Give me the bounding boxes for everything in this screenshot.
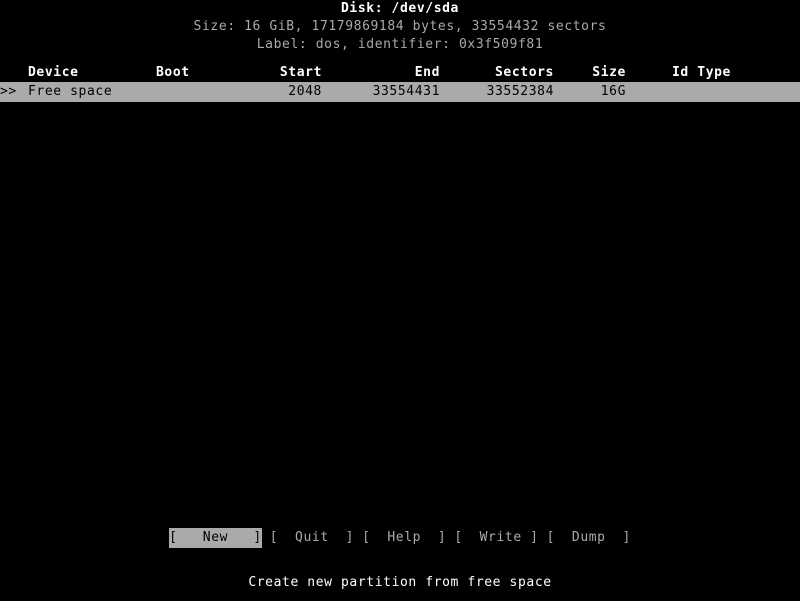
table-row[interactable]: >> Free space 2048 33554431 33552384 16G	[0, 82, 800, 102]
dump-button[interactable]: [ Dump ]	[547, 528, 631, 548]
disk-summary-header: Disk: /dev/sda Size: 16 GiB, 17179869184…	[0, 0, 800, 54]
column-header-boot: Boot	[156, 65, 190, 80]
disk-label-line: Label: dos, identifier: 0x3f509f81	[256, 37, 544, 52]
partition-table: Device Boot Start End Sectors Size Id Ty…	[0, 64, 800, 102]
column-header-device: Device	[28, 65, 79, 80]
row-cell-size: 16G	[600, 84, 626, 99]
row-selection-marker-icon: >>	[0, 84, 17, 99]
row-cell-device: Free space	[28, 84, 113, 99]
column-header-id-type: Id Type	[672, 65, 731, 80]
empty-partition-area	[0, 102, 800, 520]
new-button[interactable]: [ New ]	[169, 528, 262, 548]
row-cell-end: 33554431	[372, 84, 440, 99]
row-cell-sectors: 33552384	[486, 84, 554, 99]
column-header-size: Size	[592, 65, 626, 80]
table-header-row: Device Boot Start End Sectors Size Id Ty…	[0, 64, 800, 82]
row-cell-start: 2048	[288, 84, 322, 99]
status-hint: Create new partition from free space	[248, 575, 552, 590]
quit-button[interactable]: [ Quit ]	[270, 528, 354, 548]
column-header-end: End	[414, 65, 440, 80]
help-button[interactable]: [ Help ]	[362, 528, 446, 548]
cfdisk-screen: Disk: /dev/sda Size: 16 GiB, 17179869184…	[0, 0, 800, 601]
write-button[interactable]: [ Write ]	[454, 528, 538, 548]
column-header-sectors: Sectors	[495, 65, 554, 80]
column-header-start: Start	[279, 65, 322, 80]
disk-size-line: Size: 16 GiB, 17179869184 bytes, 3355443…	[193, 19, 607, 34]
disk-title: Disk: /dev/sda	[341, 1, 459, 16]
menu-bar: [ New ] [ Quit ] [ Help ] [ Write ] [ Du…	[0, 528, 800, 548]
